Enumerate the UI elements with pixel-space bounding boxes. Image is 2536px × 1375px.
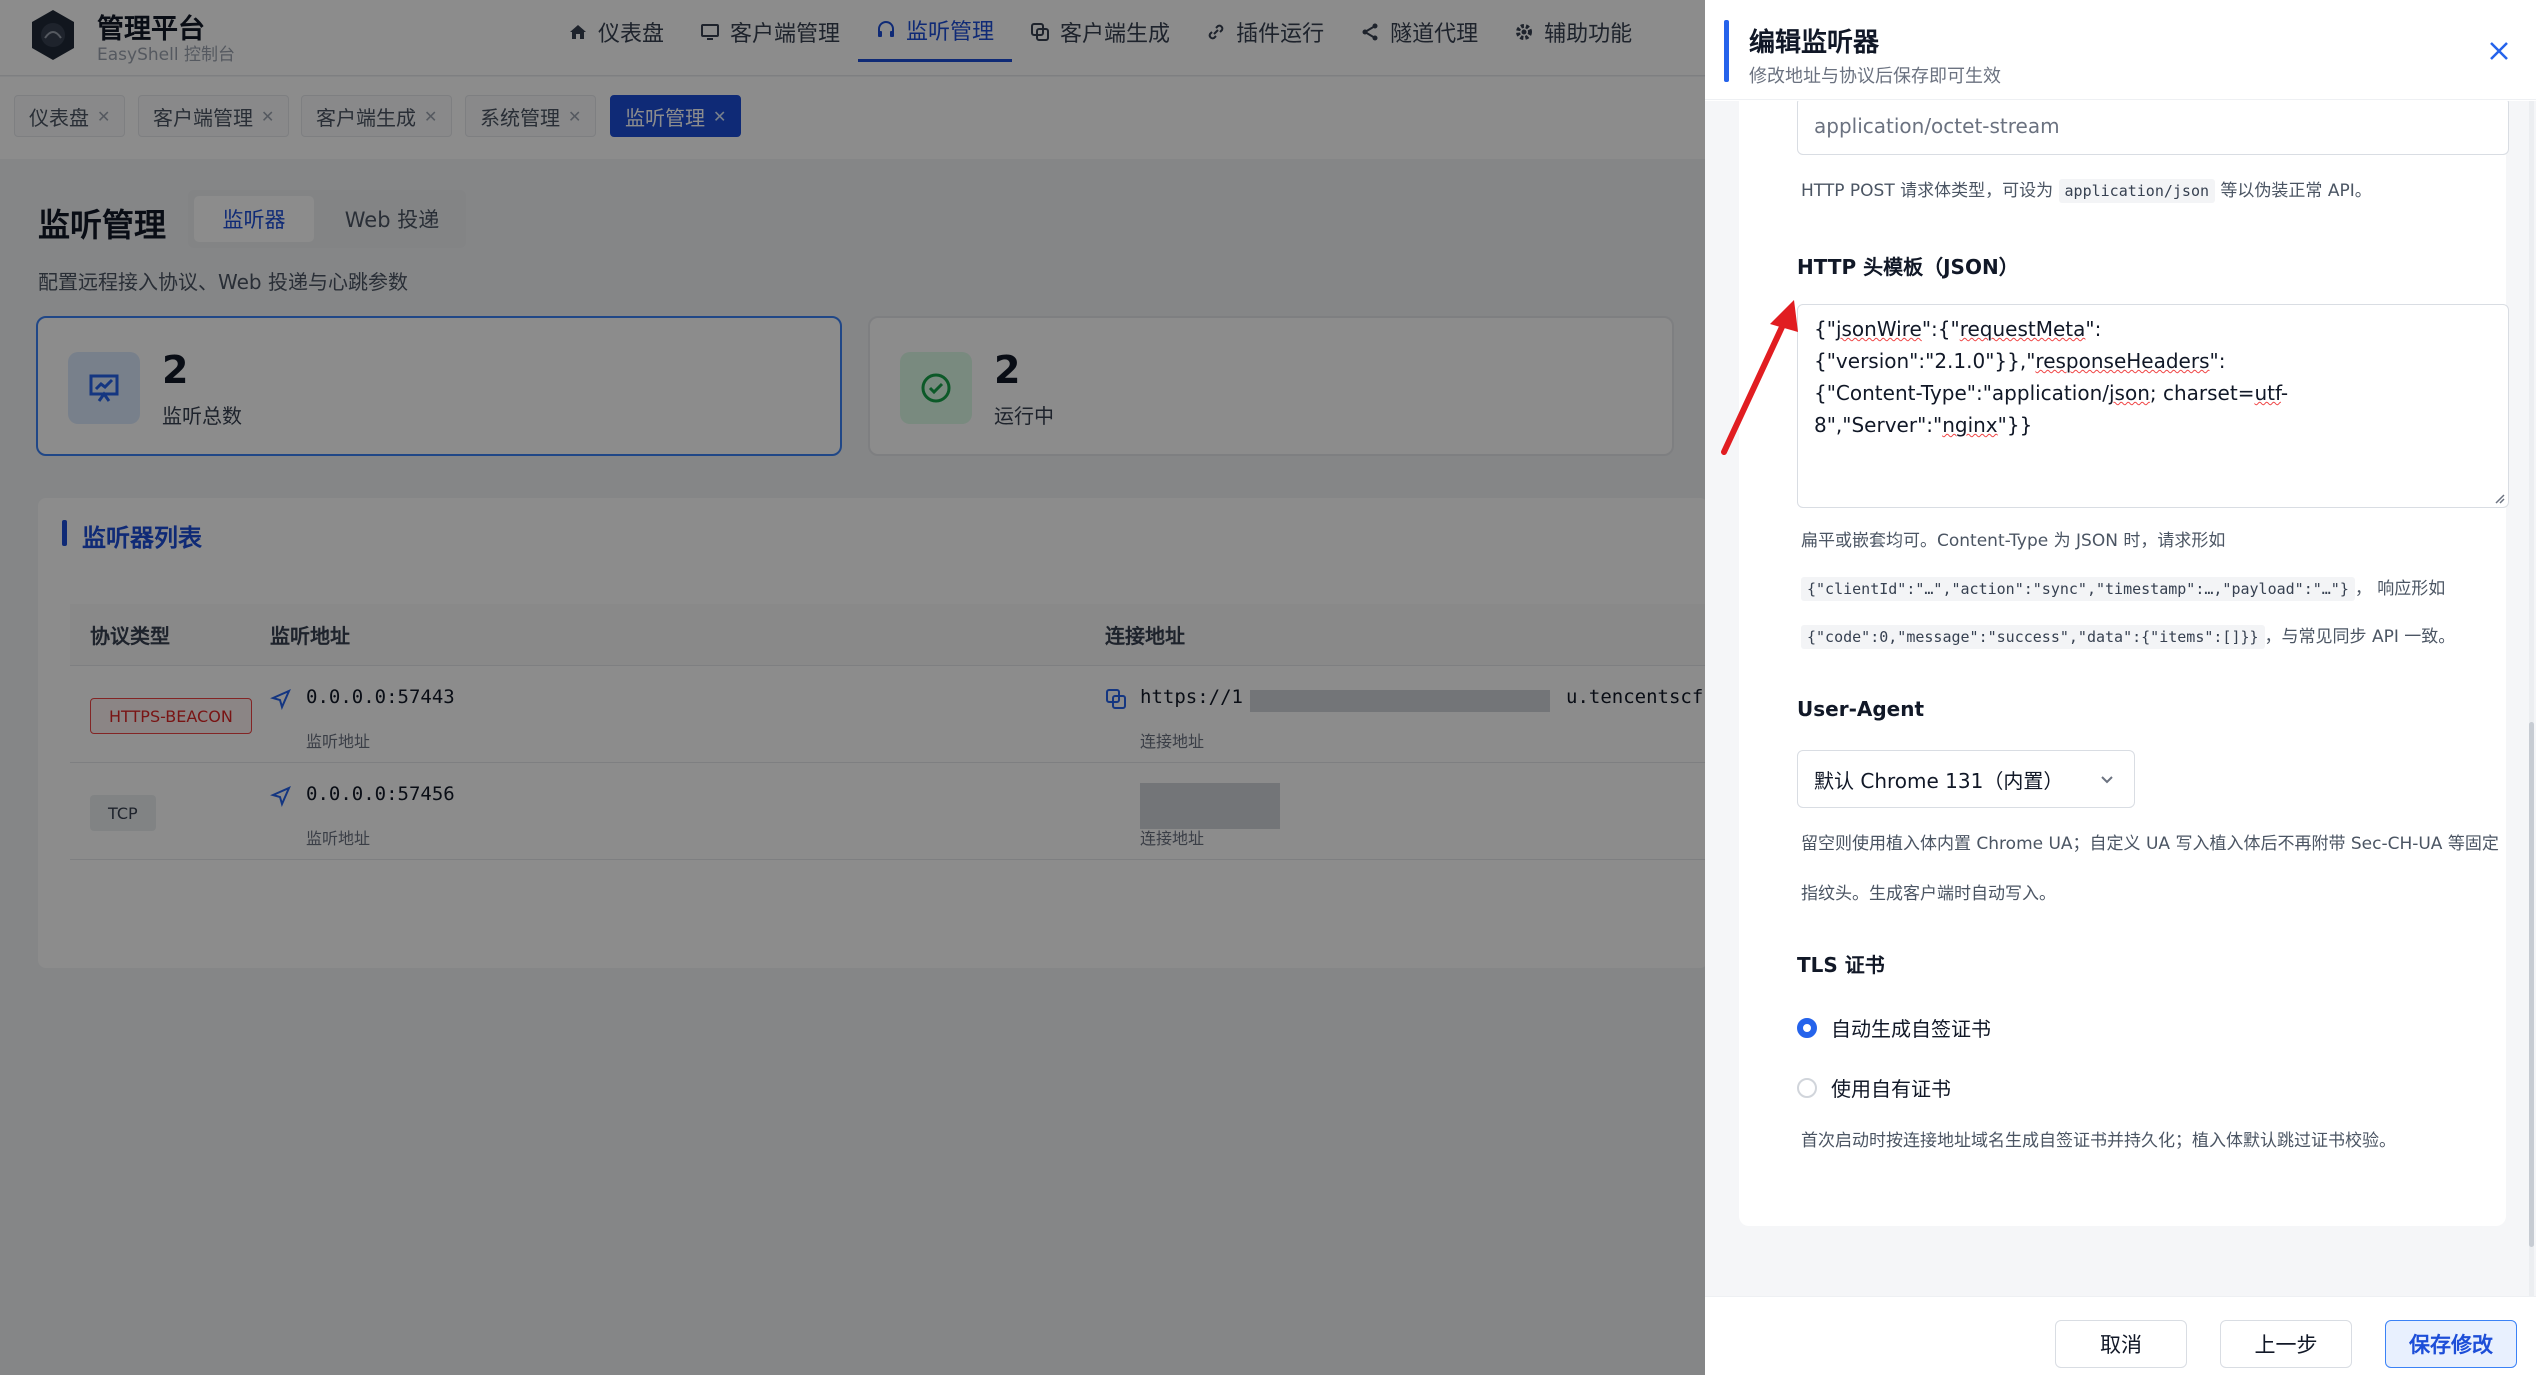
hint-code: application/json bbox=[2058, 179, 2216, 203]
drawer-footer: 取消 上一步 保存修改 bbox=[1705, 1296, 2536, 1375]
content-type-hint: HTTP POST 请求体类型，可设为 application/json 等以伪… bbox=[1801, 167, 2501, 215]
form-card: application/octet-stream HTTP POST 请求体类型… bbox=[1739, 101, 2509, 1226]
radio-checked bbox=[1797, 1017, 1817, 1038]
annotation-arrow-icon bbox=[1721, 300, 1798, 455]
json-text: ; charset= bbox=[2149, 381, 2255, 405]
cancel-button[interactable]: 取消 bbox=[2055, 1320, 2187, 1368]
radio-unchecked bbox=[1797, 1077, 1817, 1098]
hint-text: ，与常见同步 API 一致。 bbox=[2264, 627, 2456, 647]
user-agent-label: User-Agent bbox=[1797, 697, 1925, 721]
resize-handle-icon[interactable] bbox=[2493, 492, 2505, 504]
json-text: ":{" bbox=[1921, 317, 1960, 341]
select-value: 默认 Chrome 131（内置） bbox=[1814, 768, 2064, 793]
json-text: json bbox=[2108, 381, 2150, 405]
json-text: "}} bbox=[1997, 413, 2033, 437]
hint-text: ， 响应形如 bbox=[2354, 579, 2446, 599]
close-icon[interactable] bbox=[2484, 36, 2514, 66]
textarea-line: {"Content-Type":"application/json; chars… bbox=[1814, 377, 2492, 441]
modal-overlay[interactable] bbox=[0, 0, 1705, 1375]
headers-label: HTTP 头模板（JSON） bbox=[1797, 255, 2019, 279]
json-text: responseHeaders bbox=[2035, 349, 2210, 373]
headers-template-textarea[interactable]: {"jsonWire":{"requestMeta":{"version":"2… bbox=[1797, 304, 2509, 508]
prev-step-button[interactable]: 上一步 bbox=[2220, 1320, 2352, 1368]
hint-text: 等以伪装正常 API。 bbox=[2215, 181, 2372, 201]
user-agent-select[interactable]: 默认 Chrome 131（内置） bbox=[1797, 750, 2135, 808]
tls-label: TLS 证书 bbox=[1797, 953, 1885, 977]
tls-auto-radio[interactable]: 自动生成自签证书 bbox=[1797, 1013, 1991, 1042]
title-accent-bar bbox=[1724, 20, 1729, 82]
headers-hint: 扁平或嵌套均可。Content-Type 为 JSON 时，请求形如 {"cli… bbox=[1801, 517, 2501, 661]
content-type-input[interactable]: application/octet-stream bbox=[1797, 101, 2509, 155]
save-button[interactable]: 保存修改 bbox=[2385, 1320, 2517, 1368]
drawer-header: 编辑监听器 修改地址与协议后保存即可生效 bbox=[1705, 0, 2536, 100]
hint-text: HTTP POST 请求体类型，可设为 bbox=[1801, 181, 2059, 201]
hint-code: {"clientId":"…","action":"sync","timesta… bbox=[1801, 577, 2355, 601]
drawer-subtitle: 修改地址与协议后保存即可生效 bbox=[1749, 66, 2001, 87]
json-text: nginx bbox=[1942, 413, 1998, 437]
json-text: utf bbox=[2254, 381, 2281, 405]
user-agent-hint: 留空则使用植入体内置 Chrome UA；自定义 UA 写入植入体后不再附带 S… bbox=[1801, 834, 2499, 904]
json-text: jsonWire bbox=[1835, 317, 1922, 341]
edit-listener-drawer: 编辑监听器 修改地址与协议后保存即可生效 application/octet-s… bbox=[1705, 0, 2536, 1375]
radio-label: 使用自有证书 bbox=[1831, 1077, 1951, 1101]
scrollbar-thumb[interactable] bbox=[2529, 722, 2534, 1247]
hint-code: {"code":0,"message":"success","data":{"i… bbox=[1801, 625, 2265, 649]
radio-label: 自动生成自签证书 bbox=[1831, 1017, 1991, 1041]
json-text: {"Content-Type":"application/ bbox=[1814, 381, 2109, 405]
hint-text: 扁平或嵌套均可。Content-Type 为 JSON 时，请求形如 bbox=[1801, 531, 2226, 551]
chevron-down-icon bbox=[2101, 776, 2113, 784]
tls-hint: 首次启动时按连接地址域名生成自签证书并持久化；植入体默认跳过证书校验。 bbox=[1801, 1131, 2396, 1151]
json-text: requestMeta bbox=[1959, 317, 2086, 341]
drawer-title: 编辑监听器 bbox=[1749, 28, 1880, 58]
tls-custom-radio[interactable]: 使用自有证书 bbox=[1797, 1073, 1951, 1102]
drawer-body[interactable]: application/octet-stream HTTP POST 请求体类型… bbox=[1705, 101, 2536, 1296]
json-text: {" bbox=[1814, 317, 1836, 341]
textarea-line: {"jsonWire":{"requestMeta":{"version":"2… bbox=[1814, 313, 2492, 377]
json-text: ": bbox=[2209, 349, 2226, 373]
